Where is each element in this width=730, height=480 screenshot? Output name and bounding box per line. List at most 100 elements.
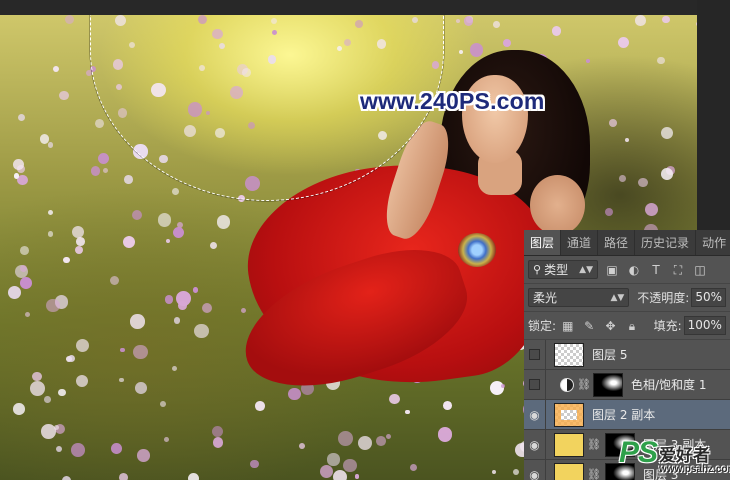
type-filter-icon[interactable]: T (648, 263, 664, 277)
clover-flower (71, 225, 85, 239)
clover-flower (64, 15, 75, 25)
clover-flower (609, 118, 617, 127)
clover-flower (8, 285, 21, 299)
hidden-eye-icon (529, 349, 540, 360)
clover-flower (405, 410, 410, 415)
hidden-eye-icon (529, 379, 540, 390)
clover-flower (118, 473, 128, 480)
lock-transparent-icon[interactable]: ▦ (560, 319, 575, 333)
clover-flower (47, 141, 54, 148)
clover-flower (118, 377, 124, 383)
visibility-toggle[interactable] (524, 339, 546, 370)
chevron-down-icon: ▲▼ (610, 292, 625, 303)
clover-flower (389, 393, 400, 405)
chain-link-icon[interactable]: ⛓ (587, 438, 601, 451)
clover-flower (201, 303, 212, 314)
filter-kind-select[interactable]: ⚲ 类型 ▲▼ (528, 260, 598, 279)
clover-flower (20, 246, 30, 255)
opacity-input[interactable]: 50% (691, 288, 726, 307)
clover-flower (212, 437, 224, 448)
clover-flower (102, 168, 108, 174)
clover-flower (240, 308, 246, 314)
clover-flower (644, 202, 658, 216)
clover-flower (299, 443, 306, 449)
clover-flower (175, 290, 191, 306)
clover-flower (76, 237, 85, 246)
clover-flower (342, 458, 357, 473)
clover-flower (319, 464, 334, 479)
clover-flower (624, 137, 629, 143)
clover-flower (503, 39, 512, 48)
tab-channels[interactable]: 通道 (561, 230, 599, 255)
chain-link-icon[interactable]: ⛓ (587, 468, 601, 480)
tab-actions[interactable]: 动作 (696, 230, 730, 255)
clover-flower (456, 18, 461, 23)
clover-flower (13, 159, 25, 170)
blend-mode-value: 柔光 (533, 291, 558, 305)
lock-pixels-brush-icon[interactable]: ✎ (581, 319, 596, 333)
clover-flower (194, 323, 209, 338)
clover-flower (492, 21, 500, 28)
clover-flower (76, 339, 90, 353)
adjustment-filter-icon[interactable]: ◐ (626, 263, 642, 277)
clover-flower (172, 227, 184, 239)
clover-flower (337, 431, 353, 446)
layer-thumbnail (554, 462, 584, 480)
layer-row[interactable]: ⛓ 色相/饱和度 1 (524, 369, 730, 400)
clover-flower (164, 295, 173, 304)
visibility-toggle[interactable]: ◉ (524, 459, 546, 480)
dress-brooch (458, 233, 496, 267)
tab-history[interactable]: 历史记录 (635, 230, 697, 255)
clover-flower (25, 312, 31, 318)
lock-all-icon[interactable]: 🔒︎ (624, 319, 639, 333)
clover-flower (357, 435, 373, 451)
clover-flower (44, 396, 51, 404)
clover-flower (68, 355, 76, 363)
clover-flower (74, 245, 84, 255)
pixel-filter-icon[interactable]: ▣ (604, 263, 620, 277)
visibility-toggle[interactable] (524, 369, 546, 400)
visibility-toggle[interactable]: ◉ (524, 399, 546, 430)
workspace-background (697, 0, 730, 230)
tab-layers[interactable]: 图层 (524, 230, 562, 255)
clover-flower (32, 371, 42, 381)
shape-filter-icon[interactable]: ⛶ (670, 263, 686, 277)
chevron-down-icon: ▲▼ (579, 264, 593, 275)
blend-mode-select[interactable]: 柔光 ▲▼ (528, 288, 630, 307)
clover-flower (20, 277, 33, 289)
clover-flower (157, 212, 172, 227)
clover-flower (173, 317, 181, 324)
clover-flower (327, 453, 340, 466)
psahz-logo: PS 爱好者 www.psahz.com (619, 436, 730, 475)
layer-row[interactable]: 图层 5 (524, 339, 730, 370)
logo-url: www.psahz.com (659, 464, 730, 475)
clover-flower (135, 381, 148, 394)
layer-row-selected[interactable]: ◉ 图层 2 副本 (524, 399, 730, 430)
clover-flower (333, 470, 348, 480)
clover-flower (463, 16, 473, 26)
clover-flower (385, 433, 391, 439)
clover-flower (513, 469, 520, 476)
chain-link-icon[interactable]: ⛓ (577, 378, 591, 391)
clover-flower (110, 275, 120, 285)
clover-flower (47, 231, 54, 238)
layer-name: 图层 5 (592, 348, 628, 362)
clover-flower (123, 236, 136, 249)
clover-flower (46, 298, 60, 313)
tab-paths[interactable]: 路径 (598, 230, 636, 255)
clover-flower (163, 437, 169, 442)
visibility-toggle[interactable]: ◉ (524, 429, 546, 460)
layer-mask-thumbnail[interactable] (592, 372, 623, 397)
clover-flower (172, 365, 178, 371)
clover-flower (657, 56, 666, 65)
smart-object-filter-icon[interactable]: ◫ (692, 263, 708, 277)
clover-flower (58, 388, 67, 397)
lock-position-move-icon[interactable]: ✥ (603, 319, 618, 333)
clover-flower (40, 423, 56, 439)
clover-flower (18, 113, 26, 121)
clover-flower (437, 427, 453, 442)
clover-flower (166, 239, 171, 244)
clover-flower (97, 153, 109, 165)
lock-row: 锁定: ▦ ✎ ✥ 🔒︎ 填充: 100% (524, 312, 730, 340)
fill-input[interactable]: 100% (683, 316, 726, 335)
